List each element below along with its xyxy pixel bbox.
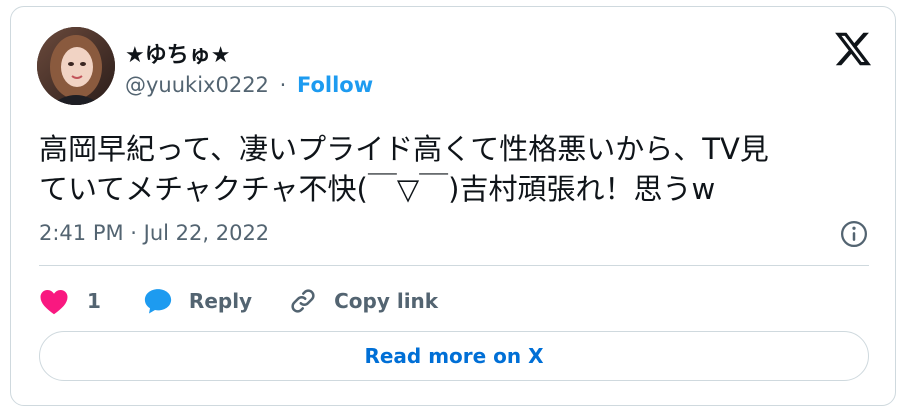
copy-link-label: Copy link — [334, 289, 439, 313]
separator-dot: · — [279, 73, 287, 97]
link-icon — [291, 289, 315, 313]
tweet-text-line: 高岡早紀って、凄いプライド高くて性格悪いから、TV見 — [39, 132, 769, 166]
tweet-text-line: ていてメチャクチャ不快(￣▽￣)吉村頑張れ！思うw — [39, 172, 716, 206]
reply-label: Reply — [188, 289, 253, 313]
reply-button[interactable]: Reply — [143, 287, 252, 315]
heart-icon — [40, 290, 68, 315]
reply-bubble-icon — [144, 289, 172, 314]
x-logo-icon[interactable] — [833, 29, 873, 69]
read-more-button[interactable]: Read more on X — [39, 331, 869, 381]
follow-link[interactable]: Follow — [297, 73, 373, 97]
avatar[interactable] — [37, 27, 115, 105]
user-handle[interactable]: @yuukix0222 — [125, 73, 269, 97]
divider — [39, 265, 869, 266]
info-icon[interactable] — [839, 219, 869, 249]
display-name[interactable]: ★ゆちゅ★ — [125, 37, 230, 69]
handle-line: @yuukix0222 · Follow — [125, 73, 373, 97]
copy-link-button[interactable]: Copy link — [288, 286, 438, 316]
action-bar: 1 Reply Copy link — [39, 279, 438, 323]
tweet-text: 高岡早紀って、凄いプライド高くて性格悪いから、TV見 ていてメチャクチャ不快(￣… — [39, 129, 869, 209]
avatar-image — [37, 27, 115, 105]
tweet-card: ★ゆちゅ★ @yuukix0222 · Follow 高岡早紀って、凄いプライド… — [10, 6, 896, 406]
like-button[interactable]: 1 — [39, 287, 101, 315]
like-count: 1 — [87, 289, 101, 313]
tweet-timestamp[interactable]: 2:41 PM · Jul 22, 2022 — [39, 221, 269, 245]
